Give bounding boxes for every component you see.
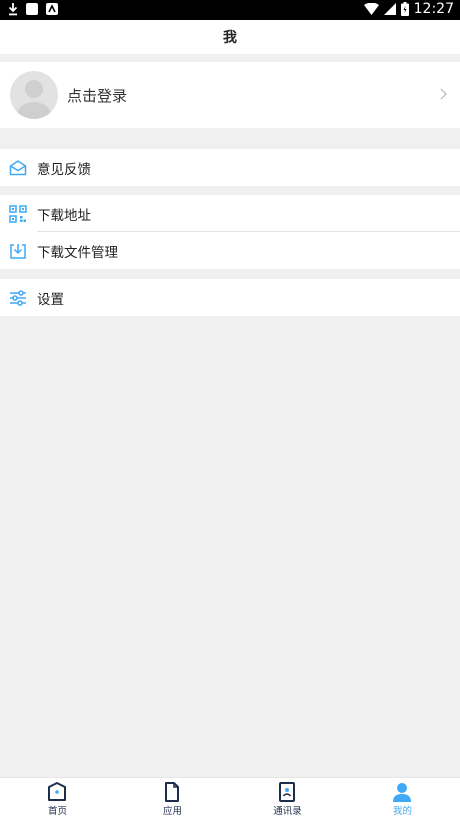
contacts-icon [279,782,295,802]
mail-icon [9,160,27,176]
person-icon [393,783,411,802]
menu-label-settings: 设置 [37,291,64,308]
qr-code-icon [9,205,27,223]
menu-item-download-address[interactable]: 下载地址 [0,195,460,232]
tab-me[interactable]: 我的 [345,778,460,818]
header: 我 [0,20,460,54]
home-icon [48,782,66,801]
tab-label-contacts: 通讯录 [273,806,302,817]
document-icon [165,782,179,802]
download-icon [8,3,18,16]
avatar [10,71,58,119]
chevron-right-icon [440,88,447,100]
menu-label-download-manager: 下载文件管理 [37,244,118,261]
status-bar: 12:27 [0,0,460,20]
menu-group-feedback: 意见反馈 [0,149,460,186]
tab-home[interactable]: 首页 [0,778,115,818]
notification-square-icon [26,3,38,15]
tab-label-apps: 应用 [162,806,182,817]
wifi-icon [363,3,379,15]
menu-label-feedback: 意见反馈 [37,161,91,178]
app-notification-icon [46,3,58,15]
menu-item-download-manager[interactable]: 下载文件管理 [0,232,460,269]
login-label: 点击登录 [67,87,128,105]
battery-icon [400,2,409,16]
download-tray-icon [10,244,26,259]
tab-apps[interactable]: 应用 [115,778,230,818]
login-card[interactable]: 点击登录 [0,62,460,128]
tab-label-me: 我的 [392,806,412,817]
menu-label-download-address: 下载地址 [37,207,91,224]
tab-label-home: 首页 [47,806,67,817]
status-time: 12:27 [413,1,454,17]
menu-item-feedback[interactable]: 意见反馈 [0,149,460,186]
tab-contacts[interactable]: 通讯录 [230,778,345,818]
signal-icon [383,3,396,15]
menu-item-settings[interactable]: 设置 [0,279,460,316]
page-title: 我 [223,30,237,46]
menu-group-settings: 设置 [0,279,460,316]
default-avatar-icon [17,80,51,119]
bottom-tab-bar: 首页 应用 通讯录 我的 [0,777,460,818]
menu-group-downloads: 下载地址 下载文件管理 [0,195,460,269]
sliders-icon [10,290,26,306]
